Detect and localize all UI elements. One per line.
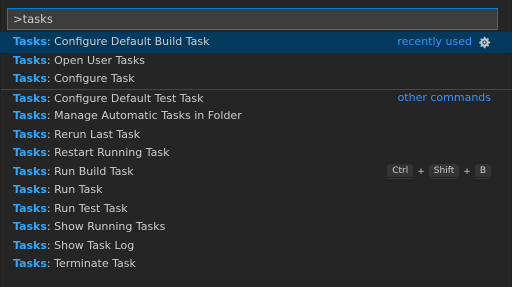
command-item[interactable]: Tasks: Configure Task <box>1 70 512 89</box>
command-item[interactable]: Tasks: Manage Automatic Tasks in Folder <box>1 107 512 126</box>
gear-icon[interactable] <box>478 36 491 49</box>
keybinding-separator: + <box>463 166 471 177</box>
command-item[interactable]: Tasks: Show Running Tasks <box>1 218 512 237</box>
command-label: : Run Test Task <box>46 201 128 215</box>
quick-input-box[interactable] <box>7 8 498 30</box>
command-item[interactable]: Tasks: Terminate Task <box>1 255 512 274</box>
command-match-highlight: Tasks <box>13 53 47 67</box>
command-label: : Show Running Tasks <box>46 220 166 233</box>
command-item-right: other commands <box>398 90 491 108</box>
group-label: other commands <box>397 91 491 104</box>
command-item[interactable]: Tasks: Show Task Log <box>1 237 512 256</box>
command-label: : Run Task <box>46 183 103 196</box>
command-label: : Manage Automatic Tasks in Folder <box>46 109 242 122</box>
command-match-highlight: Tasks <box>13 257 47 270</box>
command-match-highlight: Tasks <box>13 201 47 215</box>
command-item[interactable]: Tasks: Run Task <box>1 181 512 200</box>
keybinding: Ctrl + Shift + B <box>387 163 491 182</box>
command-item[interactable]: Tasks: Configure Default Test Task other … <box>1 88 512 108</box>
keybinding-separator: + <box>417 166 425 177</box>
command-label: : Terminate Task <box>46 257 136 270</box>
command-input[interactable] <box>8 9 497 29</box>
command-match-highlight: Tasks <box>13 35 47 48</box>
command-item[interactable]: Tasks: Open User Tasks <box>1 52 512 71</box>
command-item[interactable]: Tasks: Run Build Task Ctrl + Shift + B <box>1 163 512 182</box>
command-label: : Show Task Log <box>46 238 135 252</box>
command-match-highlight: Tasks <box>13 109 47 122</box>
command-match-highlight: Tasks <box>13 72 47 85</box>
command-match-highlight: Tasks <box>13 146 47 159</box>
command-label: : Restart Running Task <box>46 146 170 159</box>
command-match-highlight: Tasks <box>13 183 47 196</box>
command-label: : Configure Task <box>46 72 135 85</box>
command-match-highlight: Tasks <box>13 164 47 178</box>
command-list: Tasks: Configure Default Build Task recen… <box>0 32 512 274</box>
command-palette: Tasks: Configure Default Build Taskrecen… <box>0 0 512 287</box>
command-match-highlight: Tasks <box>13 91 47 105</box>
command-item-right: recently used <box>397 33 491 52</box>
command-label: : Configure Default Build Task <box>46 35 210 48</box>
key-label: Shift <box>428 164 460 180</box>
command-match-highlight: Tasks <box>13 220 47 233</box>
command-label: : Rerun Last Task <box>46 127 141 141</box>
command-label: : Run Build Task <box>46 164 134 178</box>
command-label: : Configure Default Test Task <box>46 91 204 105</box>
key-label: B <box>474 164 491 180</box>
command-item[interactable]: Tasks: Restart Running Task <box>1 144 512 163</box>
group-label: recently used <box>397 35 472 48</box>
command-match-highlight: Tasks <box>13 238 47 252</box>
command-item[interactable]: Tasks: Run Test Task <box>1 200 512 219</box>
command-item-right: Ctrl + Shift + B <box>387 163 491 182</box>
key-label: Ctrl <box>387 164 414 180</box>
command-item[interactable]: Tasks: Rerun Last Task <box>1 126 512 145</box>
command-label: : Open User Tasks <box>46 53 146 67</box>
command-match-highlight: Tasks <box>13 127 47 141</box>
command-item[interactable]: Tasks: Configure Default Build Task recen… <box>0 32 512 53</box>
